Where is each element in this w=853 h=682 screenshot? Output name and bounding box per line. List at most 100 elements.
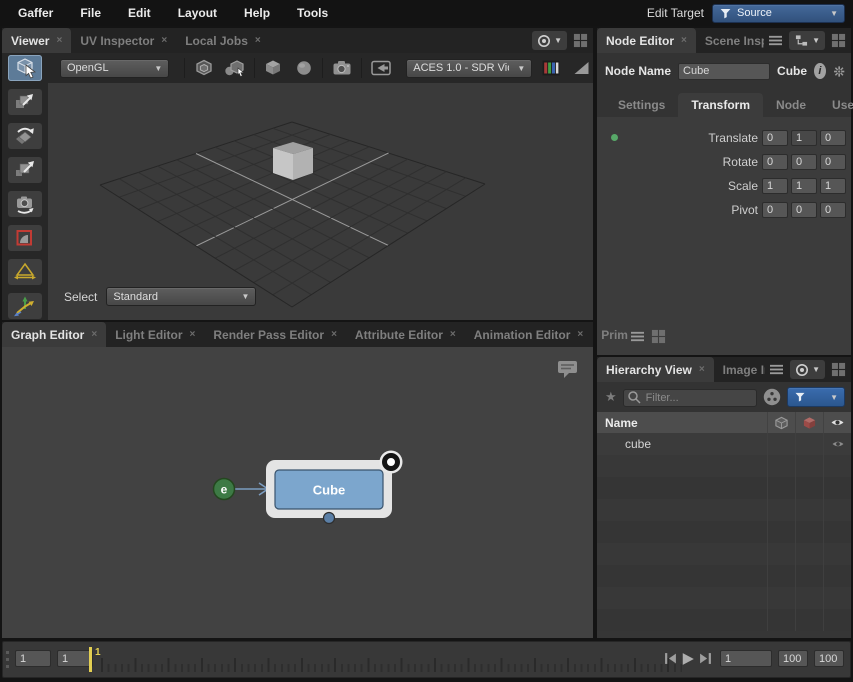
exclusions-column-header[interactable] <box>795 412 823 433</box>
display-transform-dropdown[interactable]: ACES 1.0 - SDR Video ▼ <box>406 59 532 78</box>
editor-focus-button[interactable]: ▼ <box>789 31 825 50</box>
rotate-y-input[interactable] <box>791 154 817 170</box>
bookmarks-star-icon[interactable]: ★ <box>605 389 617 405</box>
shading-sphere-button[interactable] <box>292 57 315 79</box>
menu-gaffer[interactable]: Gaffer <box>18 6 53 20</box>
rotate-tool-button[interactable] <box>8 123 42 149</box>
menu-help[interactable]: Help <box>244 6 270 20</box>
output-plug[interactable] <box>324 513 335 524</box>
menu-edit[interactable]: Edit <box>128 6 151 20</box>
pivot-y-input[interactable] <box>791 202 817 218</box>
drawing-mode-button[interactable] <box>192 57 215 79</box>
select-mode-dropdown[interactable]: Standard ▼ <box>106 287 256 306</box>
tab-primitive-inspector[interactable]: Prim <box>592 322 630 347</box>
current-frame-input[interactable] <box>57 650 93 667</box>
layout-grid-icon[interactable] <box>831 362 846 377</box>
set-membership-column-header[interactable] <box>767 412 795 433</box>
light-rotate-tool-button[interactable] <box>8 293 42 319</box>
rotate-z-input[interactable] <box>820 154 846 170</box>
pivot-x-input[interactable] <box>762 202 788 218</box>
close-icon[interactable]: × <box>255 35 261 46</box>
scale-x-input[interactable] <box>762 178 788 194</box>
shading-cube-button[interactable] <box>262 57 285 79</box>
close-icon[interactable]: × <box>577 329 583 340</box>
filter-mode-dropdown[interactable]: ▼ <box>787 387 845 407</box>
layout-grid-icon[interactable] <box>651 329 666 344</box>
scene-row-cube[interactable]: cube <box>597 433 851 455</box>
info-icon[interactable]: i <box>814 63 826 79</box>
viewport-3d[interactable]: Select Standard ▼ <box>48 83 593 320</box>
cube-node[interactable]: Cube <box>266 460 392 518</box>
tab-scene-inspector[interactable]: Scene Inspecto <box>696 28 764 53</box>
renderer-dropdown[interactable]: OpenGL ▼ <box>60 59 169 78</box>
frame-ruler[interactable] <box>101 647 682 672</box>
channels-button[interactable] <box>539 57 562 79</box>
pin-editor-button[interactable]: ▼ <box>532 31 567 50</box>
node-name-input[interactable] <box>678 63 770 80</box>
tab-transform[interactable]: Transform <box>678 93 763 117</box>
close-icon[interactable]: × <box>681 35 687 46</box>
pivot-z-input[interactable] <box>820 202 846 218</box>
tab-node[interactable]: Node <box>763 93 819 117</box>
tab-graph-editor[interactable]: Graph Editor× <box>2 322 106 347</box>
close-icon[interactable]: × <box>450 329 456 340</box>
timeline-grip[interactable] <box>6 651 9 669</box>
translate-z-input[interactable] <box>820 130 846 146</box>
pin-editor-button[interactable]: ▼ <box>790 360 825 379</box>
expression-badge[interactable]: e <box>214 479 235 500</box>
menu-layout[interactable]: Layout <box>178 6 217 20</box>
scene-visibility-button[interactable] <box>223 57 247 79</box>
close-icon[interactable]: × <box>331 329 337 340</box>
name-column-header[interactable]: Name <box>597 416 767 430</box>
menu-tools[interactable]: Tools <box>297 6 328 20</box>
expansion-menu-icon[interactable] <box>763 388 781 406</box>
crop-window-tool-button[interactable] <box>8 225 42 251</box>
visibility-column-header[interactable] <box>823 412 851 433</box>
scale-y-input[interactable] <box>791 178 817 194</box>
menu-file[interactable]: File <box>80 6 101 20</box>
playback-frame-input[interactable] <box>720 650 772 667</box>
tab-render-pass-editor[interactable]: Render Pass Editor× <box>204 322 346 347</box>
cube-geometry[interactable] <box>273 142 313 180</box>
layout-grid-icon[interactable] <box>573 33 588 48</box>
selection-tool-button[interactable] <box>8 55 42 81</box>
rotate-x-input[interactable] <box>762 154 788 170</box>
go-to-end-button[interactable] <box>699 652 712 665</box>
play-button[interactable] <box>681 652 695 666</box>
playback-end-input[interactable] <box>814 650 844 667</box>
tab-image-inspector[interactable]: Image Inspe <box>714 357 765 382</box>
scale-z-input[interactable] <box>820 178 846 194</box>
tab-viewer[interactable]: Viewer× <box>2 28 71 53</box>
tab-local-jobs[interactable]: Local Jobs× <box>176 28 270 53</box>
translate-y-input[interactable] <box>791 130 817 146</box>
translate-x-input[interactable] <box>762 130 788 146</box>
menu-hamburger-icon[interactable] <box>769 363 784 376</box>
range-start-input[interactable] <box>15 650 51 667</box>
tab-light-editor[interactable]: Light Editor× <box>106 322 204 347</box>
menu-hamburger-icon[interactable] <box>768 34 783 47</box>
close-icon[interactable]: × <box>56 35 62 46</box>
tab-uv-inspector[interactable]: UV Inspector× <box>71 28 176 53</box>
camera-settings-button[interactable] <box>330 57 354 79</box>
light-cone-tool-button[interactable] <box>8 259 42 285</box>
tab-node-editor[interactable]: Node Editor× <box>597 28 696 53</box>
tab-animation-editor[interactable]: Animation Editor× <box>465 322 593 347</box>
filter-input[interactable] <box>623 389 757 407</box>
tab-hierarchy-view[interactable]: Hierarchy View× <box>597 357 714 382</box>
close-icon[interactable]: × <box>190 329 196 340</box>
focus-ring-handle[interactable] <box>380 451 403 474</box>
gear-icon[interactable] <box>833 63 845 80</box>
playhead[interactable] <box>89 647 92 672</box>
tab-settings[interactable]: Settings <box>605 93 678 117</box>
visibility-toggle[interactable] <box>823 433 851 455</box>
edit-target-dropdown[interactable]: Source ▼ <box>712 4 845 23</box>
menu-hamburger-icon[interactable] <box>630 330 645 343</box>
close-icon[interactable]: × <box>91 329 97 340</box>
translate-tool-button[interactable] <box>8 89 42 115</box>
layout-grid-icon[interactable] <box>831 33 846 48</box>
annotation-bubble-icon[interactable] <box>556 359 580 379</box>
exposure-gamma-button[interactable] <box>570 57 593 79</box>
go-to-start-button[interactable] <box>664 652 677 665</box>
node-graph-canvas[interactable]: e Cube <box>2 347 593 638</box>
range-end-input[interactable] <box>778 650 808 667</box>
